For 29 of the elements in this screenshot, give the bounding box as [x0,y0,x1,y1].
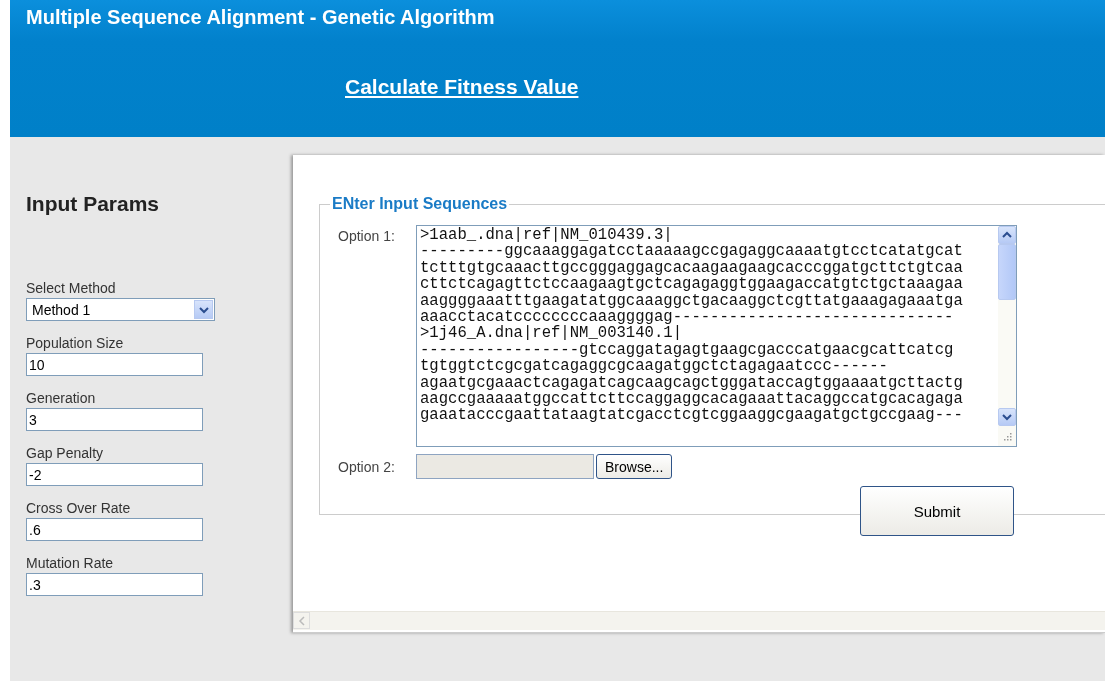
horizontal-scrollbar[interactable] [293,611,1105,630]
vertical-scrollbar[interactable] [998,226,1016,446]
field-label: Generation [26,390,97,406]
field-label: Cross Over Rate [26,500,132,516]
scroll-up-icon[interactable] [998,226,1016,244]
field-label: Gap Penalty [26,445,105,461]
fieldset-legend: ENter Input Sequences [330,195,510,213]
resize-grip-icon[interactable] [1002,431,1012,441]
input-field[interactable]: .3 [26,573,203,596]
page-title: Multiple Sequence Alignment - Genetic Algorithm [26,6,495,29]
input-field[interactable]: 10 [26,353,203,376]
input-field[interactable]: .6 [26,518,203,541]
scroll-left-icon[interactable] [293,612,310,629]
file-path-field[interactable] [416,454,594,479]
method-dropdown[interactable]: Method 1 [26,298,215,321]
submit-button[interactable]: Submit [860,486,1014,536]
browse-button[interactable]: Browse... [596,454,673,479]
calculate-fitness-link[interactable]: Calculate Fitness Value [345,75,579,99]
sidebar-heading: Input Params [26,192,161,216]
sequence-textarea[interactable]: >1aab_.dna|ref|NM_010439.3| ---------ggcaaaggagatcctaaaaagccgagaggcaaaatgtcctcatatgcat tctttgtgcaaacttgccgggaggagcacaagaagaagcacccggatgcttctgtcaa cttctcagagttctccaagaagtgctcagagaggtggaagaccatgtctgctaaagaa aaggggaaatttgaagatatggcaaaggctgacaaggctcgttatgaaagagaaatga aaacctacatccccccccaaaggggag------------------------------ >1j46_A.dna|ref|NM_003140.1| -----------------gtccaggatagagtgaagcgacccatgaacgcattcatcg tgtggtctcgcgatcagaggcgcaagatggctctagagaatccc------ agaatgcgaaactcagagatcagcaagcagctgggataccagtggaaaatgcttactg aagccgaaaaatggccattcttccaggaggcacagaaattacaggccatgcacagaga gaaatacccgaattataagtatcgacctcgtcggaaggcgaagatgctgccgaag--- [416,225,1017,447]
option-label: Option 2: [338,458,396,475]
field-label: Select Method [26,280,117,296]
field-label: Mutation Rate [26,555,115,571]
option-label: Option 1: [338,227,396,244]
scroll-thumb[interactable] [998,244,1016,300]
input-field[interactable]: -2 [26,463,203,486]
input-field[interactable]: 3 [26,408,203,431]
field-label: Population Size [26,335,125,351]
scroll-down-icon[interactable] [998,408,1016,426]
